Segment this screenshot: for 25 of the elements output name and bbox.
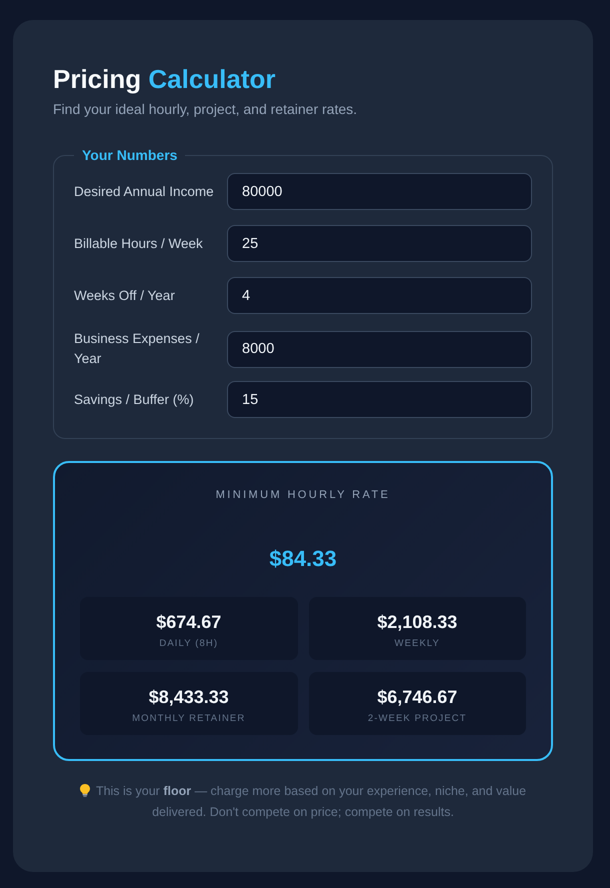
- page-title: Pricing Calculator: [53, 63, 276, 95]
- result-heading: MINIMUM HOURLY RATE: [216, 488, 390, 503]
- field-label: Business Expenses / Year: [74, 330, 200, 368]
- subtitle: Find your ideal hourly, project, and retainer rates.: [53, 100, 358, 119]
- rate-value: $8,433.33: [148, 686, 229, 708]
- field-label: Savings / Buffer (%): [74, 390, 194, 409]
- hourly-rate: $84.33: [269, 545, 337, 573]
- rate-label: WEEKLY: [394, 637, 440, 650]
- number-input[interactable]: 25: [227, 225, 532, 262]
- rate-label: DAILY (8H): [159, 637, 218, 650]
- lightbulb-icon: [80, 784, 90, 797]
- field-label: Weeks Off / Year: [74, 286, 175, 304]
- rate-label: 2-WEEK PROJECT: [368, 712, 467, 725]
- rate-value: $674.67: [156, 611, 222, 633]
- section-legend: Your Numbers: [74, 145, 186, 165]
- rate-value: $2,108.33: [377, 611, 458, 633]
- number-input[interactable]: 15: [227, 381, 532, 418]
- tip-text: This is your floor — charge more based on your experience, niche, and value delivered. Don't compete on price; compete on results.: [96, 784, 526, 819]
- field-label: Billable Hours / Week: [74, 234, 203, 252]
- number-input[interactable]: 80000: [227, 173, 532, 210]
- field-label: Desired Annual Income: [74, 182, 214, 200]
- rate-value: $6,746.67: [377, 686, 458, 708]
- number-input[interactable]: 8000: [227, 330, 532, 368]
- number-input[interactable]: 4: [227, 277, 532, 314]
- rate-label: MONTHLY RETAINER: [132, 712, 246, 725]
